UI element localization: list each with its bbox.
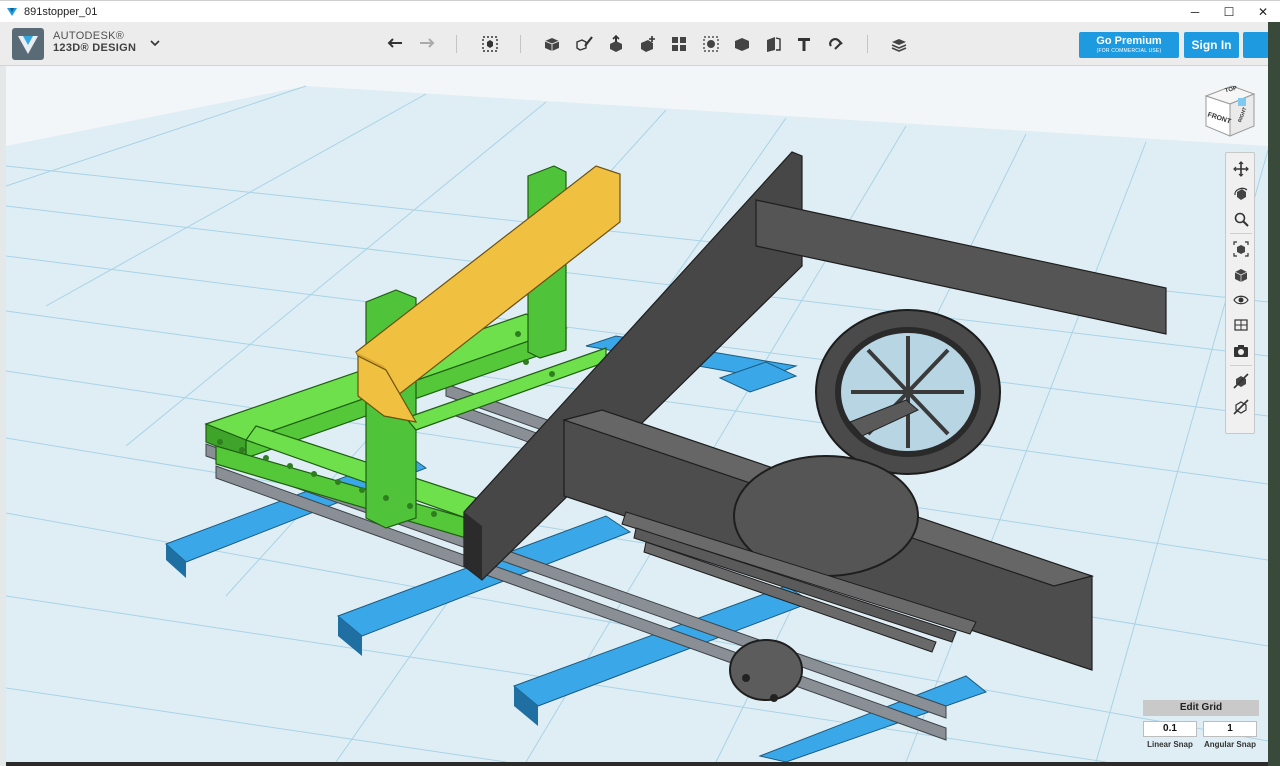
pattern-icon[interactable] (667, 32, 691, 56)
view-cube-icon[interactable] (1231, 265, 1251, 285)
nav-divider (1230, 233, 1252, 234)
brand-line2: 123D® DESIGN (53, 42, 137, 54)
sketch-icon[interactable] (572, 32, 596, 56)
navigation-bar (1225, 152, 1255, 434)
hide-icon[interactable] (1231, 371, 1251, 391)
toolbar-divider (520, 35, 521, 53)
nav-divider (1230, 365, 1252, 366)
angular-snap-label: Angular Snap (1203, 740, 1256, 749)
3d-viewport[interactable]: TOP FRONT RIGHT Edit Grid 0.1 1 Linear S… (6, 66, 1268, 762)
orbit-icon[interactable] (1231, 184, 1251, 204)
materials-icon[interactable] (887, 32, 911, 56)
app-logo-icon (7, 7, 17, 16)
measure-icon[interactable] (761, 32, 785, 56)
minimize-button[interactable]: ─ (1178, 1, 1212, 23)
main-toolbar: AUTODESK® 123D® DESIGN Go Premium (FOR C… (0, 22, 1272, 66)
modify-icon[interactable] (636, 32, 660, 56)
fit-icon[interactable] (1231, 239, 1251, 259)
toolbar-divider (456, 35, 457, 53)
close-button[interactable]: ✕ (1246, 1, 1280, 23)
angular-snap-input[interactable]: 1 (1203, 721, 1257, 737)
pan-icon[interactable] (1231, 159, 1251, 179)
redo-icon[interactable] (414, 32, 438, 56)
window-title: 891stopper_01 (24, 5, 98, 18)
materials-toggle-icon[interactable] (1231, 397, 1251, 417)
materials-outline-icon[interactable] (1231, 315, 1251, 335)
title-bar: 891stopper_01 ─ ☐ ✕ (0, 0, 1280, 22)
zoom-icon[interactable] (1231, 209, 1251, 229)
combine-icon[interactable] (730, 32, 754, 56)
linear-snap-input[interactable]: 0.1 (1143, 721, 1197, 737)
go-premium-button[interactable]: Go Premium (FOR COMMERCIAL USE) (1079, 32, 1179, 58)
app-window: 891stopper_01 ─ ☐ ✕ AUTODESK® 123D® DESI… (0, 0, 1280, 766)
scene-canvas[interactable] (6, 66, 1268, 762)
account-menu-button[interactable] (1243, 32, 1269, 58)
visibility-icon[interactable] (1231, 290, 1251, 310)
text-icon[interactable] (792, 32, 816, 56)
screenshot-icon[interactable] (1231, 341, 1251, 361)
snap-icon[interactable] (824, 32, 848, 56)
transform-icon[interactable] (478, 32, 502, 56)
brand-line1: AUTODESK® (53, 30, 125, 42)
go-premium-sublabel: (FOR COMMERCIAL USE) (1096, 48, 1162, 54)
toolbar-divider (867, 35, 868, 53)
brand-name: AUTODESK® 123D® DESIGN (53, 30, 136, 54)
undo-icon[interactable] (384, 32, 408, 56)
construct-icon[interactable] (604, 32, 628, 56)
go-premium-label: Go Premium (1096, 35, 1162, 47)
edit-grid-button[interactable]: Edit Grid (1143, 700, 1259, 716)
linear-snap-label: Linear Snap (1147, 740, 1193, 749)
sign-in-button[interactable]: Sign In (1184, 32, 1239, 58)
maximize-button[interactable]: ☐ (1212, 1, 1246, 23)
app-menu-chevron-down-icon[interactable] (148, 36, 162, 50)
desktop-background (1268, 22, 1280, 766)
edit-grid-panel: Edit Grid 0.1 1 Linear Snap Angular Snap (1143, 700, 1259, 756)
group-icon[interactable] (699, 32, 723, 56)
primitives-icon[interactable] (540, 32, 564, 56)
app-logo[interactable] (12, 28, 44, 60)
